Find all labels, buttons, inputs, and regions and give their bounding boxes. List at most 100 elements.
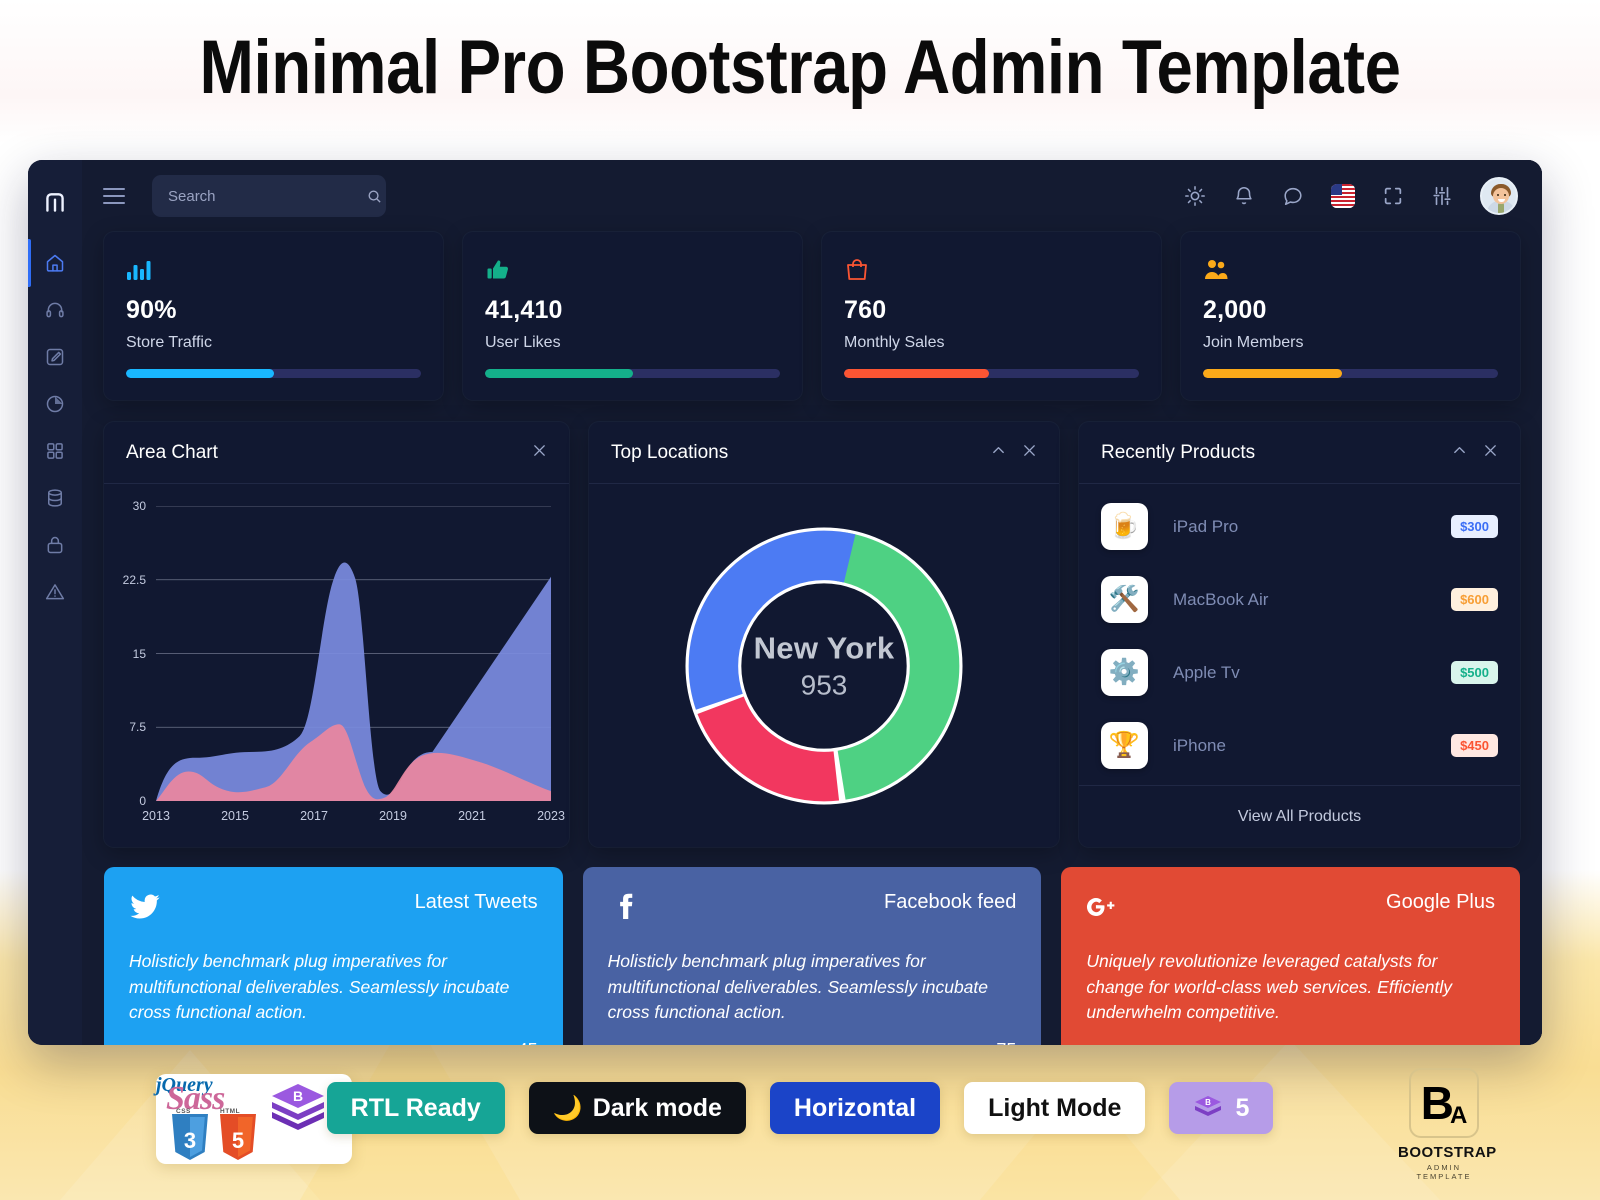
- svg-text:B: B: [1206, 1098, 1212, 1107]
- panel-title: Area Chart: [126, 441, 218, 463]
- page-title: Minimal Pro Bootstrap Admin Template: [199, 25, 1401, 110]
- search-input[interactable]: [168, 187, 367, 205]
- panel-title: Recently Products: [1101, 441, 1256, 463]
- fullscreen-icon[interactable]: [1382, 185, 1404, 207]
- donut-chart: [685, 526, 963, 805]
- close-icon[interactable]: [532, 443, 547, 463]
- list-item[interactable]: 🛠️ MacBook Air $600: [1101, 563, 1498, 636]
- area-chart-panel: Area Chart 30 22.5 15 7.5 0 2013 2015 20…: [104, 422, 569, 847]
- flag-us-icon[interactable]: [1331, 184, 1355, 208]
- users-icon: [1203, 253, 1498, 283]
- price-badge: $500: [1451, 661, 1498, 684]
- logo-line-2: ADMIN TEMPLATE: [1416, 1163, 1472, 1181]
- bell-icon[interactable]: [1233, 185, 1255, 207]
- like-count: 45: [491, 1040, 538, 1045]
- pill-bootstrap-version[interactable]: B 5: [1169, 1082, 1274, 1134]
- price-badge: $300: [1451, 515, 1498, 538]
- facebook-feed-card: Facebook feed Holisticly benchmark plug …: [582, 867, 1042, 1045]
- beer-icon: 🍺: [1101, 503, 1148, 550]
- search-icon[interactable]: [367, 189, 382, 204]
- avatar[interactable]: [1480, 177, 1518, 215]
- social-card-row: Latest Tweets Holisticly benchmark plug …: [104, 867, 1521, 1045]
- thumbs-up-icon: [485, 253, 780, 283]
- stat-label: Join Members: [1203, 334, 1304, 351]
- sidebar-item-apps[interactable]: [28, 438, 82, 464]
- progress-bar: [1203, 369, 1498, 378]
- chevron-up-icon[interactable]: [991, 443, 1006, 463]
- price-badge: $450: [1451, 734, 1498, 757]
- dashboard-content: 90% Store Traffic 41,410 User Likes 760 …: [82, 232, 1542, 1045]
- latest-tweets-card: Latest Tweets Holisticly benchmark plug …: [104, 867, 563, 1045]
- logo-mark: B: [1420, 1077, 1454, 1129]
- bootstrap-cube-icon: B: [1195, 1096, 1222, 1116]
- bootstrap-admin-template-logo: BA BOOTSTRAP ADMIN TEMPLATE: [1398, 1068, 1497, 1181]
- view-all-products-link[interactable]: View All Products: [1079, 785, 1520, 847]
- list-item[interactable]: 🏆 iPhone $450: [1101, 709, 1498, 782]
- social-title: Latest Tweets: [414, 891, 538, 913]
- stat-card-store-traffic: 90% Store Traffic: [104, 232, 443, 400]
- topbar: [82, 160, 1542, 232]
- facebook-icon: [608, 891, 640, 923]
- progress-bar: [844, 369, 1139, 378]
- panel-row: Area Chart 30 22.5 15 7.5 0 2013 2015 20…: [104, 422, 1520, 847]
- menu-toggle-icon[interactable]: [98, 179, 132, 213]
- product-name[interactable]: iPhone: [1173, 736, 1226, 756]
- sliders-icon[interactable]: [1431, 185, 1453, 207]
- like-count: 75: [969, 1040, 1016, 1045]
- moon-icon: 🌙: [552, 1094, 583, 1122]
- sidebar-item-home[interactable]: [28, 239, 82, 287]
- pill-rtl-ready[interactable]: RTL Ready: [326, 1082, 505, 1134]
- sidebar-item-database[interactable]: [28, 485, 82, 511]
- sidebar-item-edit[interactable]: [28, 344, 82, 370]
- stat-label: Monthly Sales: [844, 334, 945, 351]
- list-item[interactable]: ⚙️ Apple Tv $500: [1101, 636, 1498, 709]
- stat-card-monthly-sales: 760 Monthly Sales: [822, 232, 1161, 400]
- stat-value: 760: [844, 296, 887, 324]
- social-text: Holisticly benchmark plug imperatives fo…: [607, 951, 989, 1023]
- heart-icon: [969, 1042, 988, 1045]
- chat-icon[interactable]: [1282, 185, 1304, 207]
- sidebar-item-security[interactable]: [28, 532, 82, 558]
- social-title: Google Plus: [1386, 891, 1496, 913]
- close-icon[interactable]: [1483, 443, 1498, 463]
- panel-title: Top Locations: [611, 441, 729, 463]
- stat-card-row: 90% Store Traffic 41,410 User Likes 760 …: [104, 232, 1520, 400]
- sidebar-item-alerts[interactable]: [28, 579, 82, 605]
- close-icon[interactable]: [1022, 443, 1037, 463]
- product-name[interactable]: iPad Pro: [1173, 517, 1238, 537]
- social-text: Holisticly benchmark plug imperatives fo…: [129, 951, 510, 1023]
- pill-dark-mode[interactable]: 🌙 Dark mode: [528, 1082, 746, 1134]
- logo-line-1: BOOTSTRAP: [1398, 1144, 1497, 1161]
- logo-mark-sub: A: [1449, 1102, 1468, 1129]
- stat-label: User Likes: [485, 334, 561, 351]
- pill-light-mode[interactable]: Light Mode: [964, 1082, 1146, 1134]
- gear-check-icon: ⚙️: [1101, 649, 1148, 696]
- wrench-gear-icon: 🛠️: [1101, 576, 1148, 623]
- product-name[interactable]: Apple Tv: [1173, 663, 1240, 683]
- search-box[interactable]: [152, 175, 386, 217]
- heart-icon: [491, 1042, 510, 1045]
- social-title: Facebook feed: [884, 891, 1017, 913]
- twitter-icon: [129, 891, 161, 923]
- stat-value: 41,410: [485, 296, 563, 324]
- feature-pills: RTL Ready 🌙 Dark mode Horizontal Light M…: [0, 1082, 1600, 1134]
- recently-products-panel: Recently Products 🍺 iPad Pro $300 🛠️ Mac…: [1079, 422, 1520, 847]
- bar-chart-icon: [126, 253, 421, 283]
- google-plus-icon: [1086, 891, 1118, 923]
- price-badge: $600: [1451, 588, 1498, 611]
- sidebar-item-support[interactable]: [28, 297, 82, 323]
- social-text: Uniquely revolutionize leveraged catalys…: [1086, 951, 1453, 1023]
- sun-icon[interactable]: [1184, 185, 1206, 207]
- progress-bar: [126, 369, 421, 378]
- trophy-icon: 🏆: [1101, 722, 1148, 769]
- list-item[interactable]: 🍺 iPad Pro $300: [1101, 490, 1498, 563]
- sidebar-item-analytics[interactable]: [28, 391, 82, 417]
- pill-horizontal[interactable]: Horizontal: [769, 1082, 941, 1134]
- google-plus-card: Google Plus Uniquely revolutionize lever…: [1061, 867, 1521, 1045]
- sidebar: [28, 160, 82, 1045]
- social-date: 21 November, 2023: [608, 1043, 726, 1045]
- social-date: 21 November, 2023: [129, 1043, 247, 1045]
- chevron-up-icon[interactable]: [1452, 443, 1467, 463]
- product-name[interactable]: MacBook Air: [1173, 590, 1268, 610]
- app-logo[interactable]: [28, 168, 82, 238]
